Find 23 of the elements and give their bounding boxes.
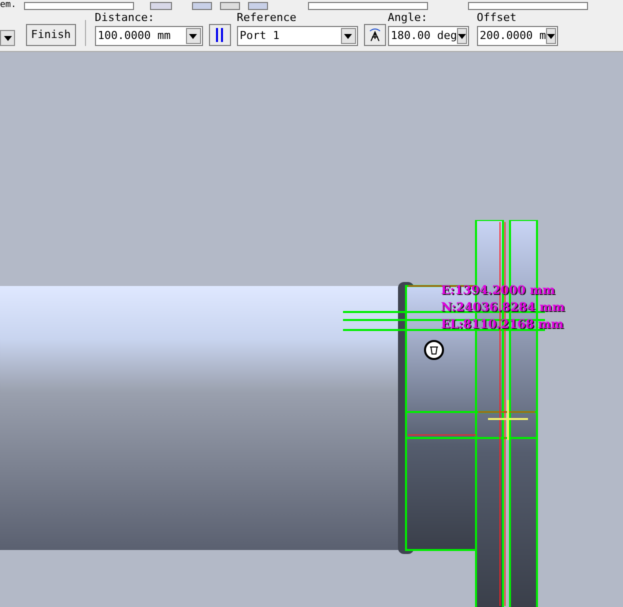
dropdown-caret-icon[interactable] — [0, 30, 15, 46]
finish-button[interactable]: Finish — [26, 24, 76, 46]
dropdown-caret-icon[interactable] — [456, 28, 467, 44]
dropdown-field[interactable]: Port 1 — [236, 26, 358, 46]
field-label: Distance: — [94, 11, 156, 24]
field-label: Angle: — [388, 11, 428, 24]
dropdown-field[interactable] — [24, 2, 134, 10]
pause-button[interactable] — [208, 24, 231, 46]
dropdown-field[interactable]: 180.00 deg — [388, 26, 469, 46]
toolbar-icon[interactable] — [150, 2, 172, 10]
toolbar-icon[interactable] — [192, 2, 212, 10]
dropdown-field[interactable] — [308, 2, 428, 10]
dropdown-field[interactable]: 200.0000 m — [476, 26, 558, 46]
toolbar-icon[interactable] — [248, 2, 268, 10]
dropdown-caret-icon[interactable] — [186, 28, 201, 44]
dropdown-field[interactable] — [468, 2, 588, 10]
field-label: Offset — [476, 11, 518, 24]
toolbar-icon[interactable] — [220, 2, 240, 10]
field-label: em. — [0, 0, 16, 10]
dropdown-field[interactable]: 100.0000 mm — [94, 26, 203, 46]
dropdown-caret-icon[interactable] — [340, 28, 356, 44]
field-label: Reference — [236, 11, 298, 24]
dropdown-caret-icon[interactable] — [546, 28, 556, 44]
